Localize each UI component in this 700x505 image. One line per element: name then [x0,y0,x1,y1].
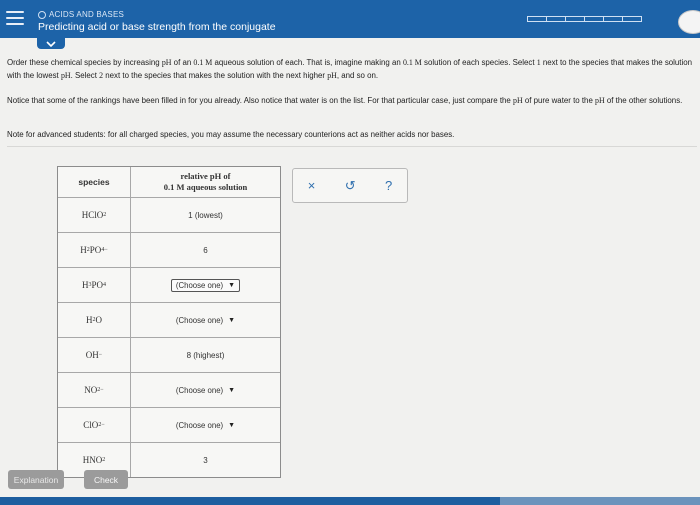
progress-segment [527,16,547,22]
caret-down-icon: ▼ [228,421,236,429]
species-cell: OH − [58,338,131,372]
progress-segment [565,16,585,22]
rank-select[interactable]: (Choose one) ▼ [170,278,241,292]
progress-segment [622,16,642,22]
check-button[interactable]: Check [84,470,128,489]
rank-cell: (Choose one) ▼ [131,268,280,302]
ranking-table: species relative pH of 0.1 M aqueous sol… [57,166,281,478]
answer-tools: × ↺ ? [292,168,408,203]
rank-select-label: (Choose one) [175,385,224,395]
species-cell: H2O [58,303,131,337]
caret-down-icon: ▼ [228,386,236,394]
rank-cell: 1 (lowest) [131,198,280,232]
progress-segment [603,16,623,22]
menu-icon[interactable] [6,11,24,25]
species-column-header: species [58,167,131,197]
instruction-paragraph-1: Order these chemical species by increasi… [7,58,693,80]
topic-label: ACIDS AND BASES [49,10,125,19]
rank-select[interactable]: (Choose one) ▼ [176,386,235,395]
table-row: ClO 2− (Choose one) ▼ [58,407,280,442]
instruction-paragraph-3: Note for advanced students: for all char… [7,130,455,139]
account-button[interactable] [678,10,700,34]
rank-select-label: (Choose one) [175,315,224,325]
divider [7,146,697,147]
caret-down-icon: ▼ [228,281,236,289]
help-icon[interactable]: ? [385,179,392,192]
table-row: H 2 PO 4− 6 [58,232,280,267]
progress-segment [584,16,604,22]
topic-row: ACIDS AND BASES [38,10,124,19]
species-cell: ClO 2− [58,408,131,442]
species-cell: NO 2− [58,373,131,407]
rank-cell: (Choose one) ▼ [131,303,280,337]
rank-cell: (Choose one) ▼ [131,373,280,407]
clear-icon[interactable]: × [308,179,316,192]
rank-value: 6 [203,245,208,255]
rank-value: 8 (highest) [186,350,225,360]
rank-select-label: (Choose one) [175,420,224,430]
rank-column-header: relative pH of 0.1 M aqueous solution [163,171,248,192]
table-row: OH − 8 (highest) [58,337,280,372]
rank-value: 3 [203,455,208,465]
collapse-tab[interactable] [37,38,65,49]
caret-down-icon: ▼ [228,316,236,324]
undo-icon[interactable]: ↺ [345,179,356,192]
species-cell: H 2 PO 4− [58,233,131,267]
rank-cell: 8 (highest) [131,338,280,372]
rank-cell: 3 [131,443,280,477]
table-row: H 2 O (Choose one) ▼ [58,302,280,337]
progress-segment [546,16,566,22]
rank-select-label: (Choose one) [175,280,224,290]
rank-value: 1 (lowest) [188,210,223,220]
instruction-paragraph-2: Notice that some of the rankings have be… [7,96,683,105]
top-header: ACIDS AND BASES Predicting acid or base … [0,0,700,38]
chevron-down-icon [46,40,56,47]
table-header-row: species relative pH of 0.1 M aqueous sol… [58,167,280,197]
species-cell: HClO 2 [58,198,131,232]
table-row: H 3 PO 4 (Choose one) ▼ [58,267,280,302]
rank-select[interactable]: (Choose one) ▼ [176,316,235,325]
table-row: NO 2− (Choose one) ▼ [58,372,280,407]
topic-circle-icon [38,10,46,19]
species-cell: H 3 PO 4 [58,268,131,302]
rank-cell: 6 [131,233,280,267]
bottom-bar [0,497,700,505]
rank-select[interactable]: (Choose one) ▼ [176,421,235,430]
page-title: Predicting acid or base strength from th… [38,21,276,33]
progress-bar [527,16,642,22]
explanation-button[interactable]: Explanation [8,470,64,489]
table-row: HClO 2 1 (lowest) [58,197,280,232]
rank-cell: (Choose one) ▼ [131,408,280,442]
